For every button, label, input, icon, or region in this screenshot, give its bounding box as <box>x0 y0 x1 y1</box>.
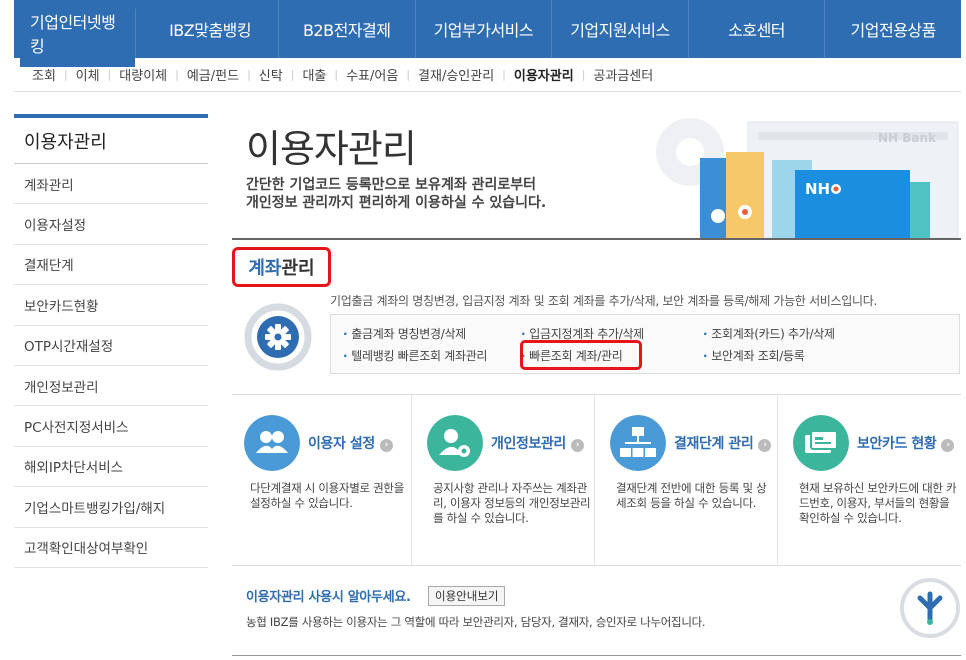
section-title-account-management: 계좌 관리 <box>232 247 331 287</box>
sidebar-item-user-settings[interactable]: 이용자설정 <box>14 204 208 245</box>
card-description: 다단계결재 시 이용자별로 권한을 설정하실 수 있습니다. <box>250 481 404 510</box>
card-personal-info[interactable]: 개인정보관리 › 공지사항 관리나 자주쓰는 계좌관리, 이용자 정보등의 개인정… <box>415 395 595 565</box>
art-brand-text: NH <box>805 180 830 198</box>
sidebar-title: 이용자관리 <box>14 114 208 164</box>
chevron-right-icon: › <box>570 439 584 452</box>
cards-bottom-divider <box>232 565 961 566</box>
card-title: 개인정보관리 › <box>491 433 584 453</box>
gear-icon <box>244 303 312 371</box>
folders-illustration-icon: NH Bank NH <box>656 118 959 238</box>
tab-label: 기업인터넷뱅킹 <box>20 0 136 67</box>
page-subtitle-line1: 간단한 기업코드 등록만으로 보유계좌 관리로부터 <box>246 177 536 193</box>
subnav-approval[interactable]: 결재/승인관리 <box>410 65 502 84</box>
sidebar-item-personal-info[interactable]: 개인정보관리 <box>14 366 208 407</box>
tab-corporate-products[interactable]: 기업전용상품 <box>825 0 961 58</box>
section-title-rest: 관리 <box>281 258 315 279</box>
link-security-account[interactable]: 보안계좌 조회/등록 <box>703 347 804 364</box>
section-title-blue: 계좌 <box>248 258 282 279</box>
section-description: 기업출금 계좌의 명칭변경, 입금지정 계좌 및 조회 계좌를 추가/삭제, 보… <box>330 294 878 308</box>
sidebar-item-account-management[interactable]: 계좌관리 <box>14 164 208 205</box>
notice-title: 이용자관리 사용시 알아두세요. <box>246 590 411 605</box>
chevron-right-icon: › <box>379 439 393 452</box>
card-approval-levels[interactable]: 결재단계 관리 › 결재단계 전반에 대한 등록 및 상세조회 등을 하실 수 있… <box>598 395 778 565</box>
sidebar-item-pc-designation[interactable]: PC사전지정서비스 <box>14 406 208 447</box>
art-bank-text: NH Bank <box>878 131 937 145</box>
sidebar-item-smart-banking[interactable]: 기업스마트뱅킹가입/해지 <box>14 487 208 528</box>
tab-b2b[interactable]: B2B전자결제 <box>279 0 416 58</box>
subnav-loan[interactable]: 대출 <box>294 65 334 84</box>
user-gear-icon <box>427 415 483 471</box>
subnav-transfer[interactable]: 이체 <box>68 65 108 84</box>
notice-text: 농협 IBZ를 사용하는 이용자는 그 역할에 따라 보안관리자, 담당자, 결… <box>246 615 706 629</box>
quick-menu-icon[interactable] <box>900 578 960 638</box>
org-chart-icon <box>610 415 666 471</box>
card-title: 결재단계 관리 › <box>674 433 772 453</box>
card-description: 공지사항 관리나 자주쓰는 계좌관리, 이용자 정보등의 개인정보관리를 하실 … <box>433 481 591 525</box>
card-title: 보안카드 현황 › <box>857 433 955 453</box>
subnav-trust[interactable]: 신탁 <box>251 65 291 84</box>
page-title: 이용자관리 <box>246 127 417 171</box>
card-title: 이용자 설정 › <box>308 433 393 453</box>
card-divider <box>594 395 595 565</box>
card-title-text: 개인정보관리 <box>491 436 566 452</box>
card-divider <box>411 395 412 565</box>
sidebar-item-approval-levels[interactable]: 결재단계 <box>14 245 208 286</box>
subnav-inquiry[interactable]: 조회 <box>24 65 64 84</box>
sub-nav: 조회 | 이체 | 대량이체 | 예금/펀드 | 신탁 | 대출 | 수표/어음 | 결재/승… <box>14 58 961 92</box>
subnav-deposit-fund[interactable]: 예금/펀드 <box>179 65 247 84</box>
subnav-user-management[interactable]: 이용자관리 <box>506 65 582 84</box>
card-title-text: 보안카드 현황 <box>857 436 937 452</box>
card-security-card[interactable]: 보안카드 현황 › 현재 보유하신 보안카드에 대한 카드번호, 이용자, 부서들… <box>781 395 961 565</box>
sidebar-item-customer-verification[interactable]: 고객확인대상여부확인 <box>14 528 208 568</box>
usage-guide-button[interactable]: 이용안내보기 <box>428 586 506 606</box>
sidebar: 이용자관리 계좌관리 이용자설정 결재단계 보안카드현황 OTP시간재설정 개인… <box>14 114 208 568</box>
tab-ibz[interactable]: IBZ맞춤뱅킹 <box>142 0 279 58</box>
security-card-icon <box>793 415 849 471</box>
bottom-divider <box>232 655 961 656</box>
card-title-text: 이용자 설정 <box>308 436 375 452</box>
subnav-bulk-transfer[interactable]: 대량이체 <box>111 65 175 84</box>
users-icon <box>244 415 300 471</box>
tab-corporate-support[interactable]: 기업지원서비스 <box>552 0 689 58</box>
card-title-text: 결재단계 관리 <box>674 436 754 452</box>
account-links-box: 출금계좌 명칭변경/삭제 입금지정계좌 추가/삭제 조회계좌(카드) 추가/삭제… <box>330 314 960 374</box>
sidebar-item-foreign-ip-block[interactable]: 해외IP차단서비스 <box>14 447 208 488</box>
tab-corporate-addon[interactable]: 기업부가서비스 <box>416 0 553 58</box>
subnav-utility-center[interactable]: 공과금센터 <box>585 65 661 84</box>
top-nav: 기업인터넷뱅킹 IBZ맞춤뱅킹 B2B전자결제 기업부가서비스 기업지원서비스 … <box>14 0 961 67</box>
highlight-frame <box>520 340 642 370</box>
sidebar-item-security-card[interactable]: 보안카드현황 <box>14 285 208 326</box>
page-subtitle-line2: 개인정보 관리까지 편리하게 이용하실 수 있습니다. <box>246 195 547 211</box>
tab-soho[interactable]: 소호센터 <box>689 0 826 58</box>
link-inquiry-account[interactable]: 조회계좌(카드) 추가/삭제 <box>703 325 835 342</box>
link-withdrawal-rename[interactable]: 출금계좌 명칭변경/삭제 <box>343 325 466 342</box>
card-divider <box>777 395 778 565</box>
subnav-check-bill[interactable]: 수표/어음 <box>338 65 406 84</box>
chevron-right-icon: › <box>941 439 955 452</box>
sidebar-item-otp-reset[interactable]: OTP시간재설정 <box>14 326 208 366</box>
chevron-right-icon: › <box>758 439 772 452</box>
link-telebanking-quick[interactable]: 텔레뱅킹 빠른조회 계좌관리 <box>343 347 487 364</box>
card-user-settings[interactable]: 이용자 설정 › 다단계결재 시 이용자별로 권한을 설정하실 수 있습니다. <box>232 395 412 565</box>
card-description: 결재단계 전반에 대한 등록 및 상세조회 등을 하실 수 있습니다. <box>616 481 767 510</box>
page-subtitle: 간단한 기업코드 등록만으로 보유계좌 관리로부터 개인정보 관리까지 편리하게… <box>246 176 546 212</box>
tab-corporate-internet-banking[interactable]: 기업인터넷뱅킹 <box>20 0 137 67</box>
hero-divider <box>232 238 961 240</box>
card-description: 현재 보유하신 보안카드에 대한 카드번호, 이용자, 부서들의 현황을 확인하… <box>799 481 957 525</box>
